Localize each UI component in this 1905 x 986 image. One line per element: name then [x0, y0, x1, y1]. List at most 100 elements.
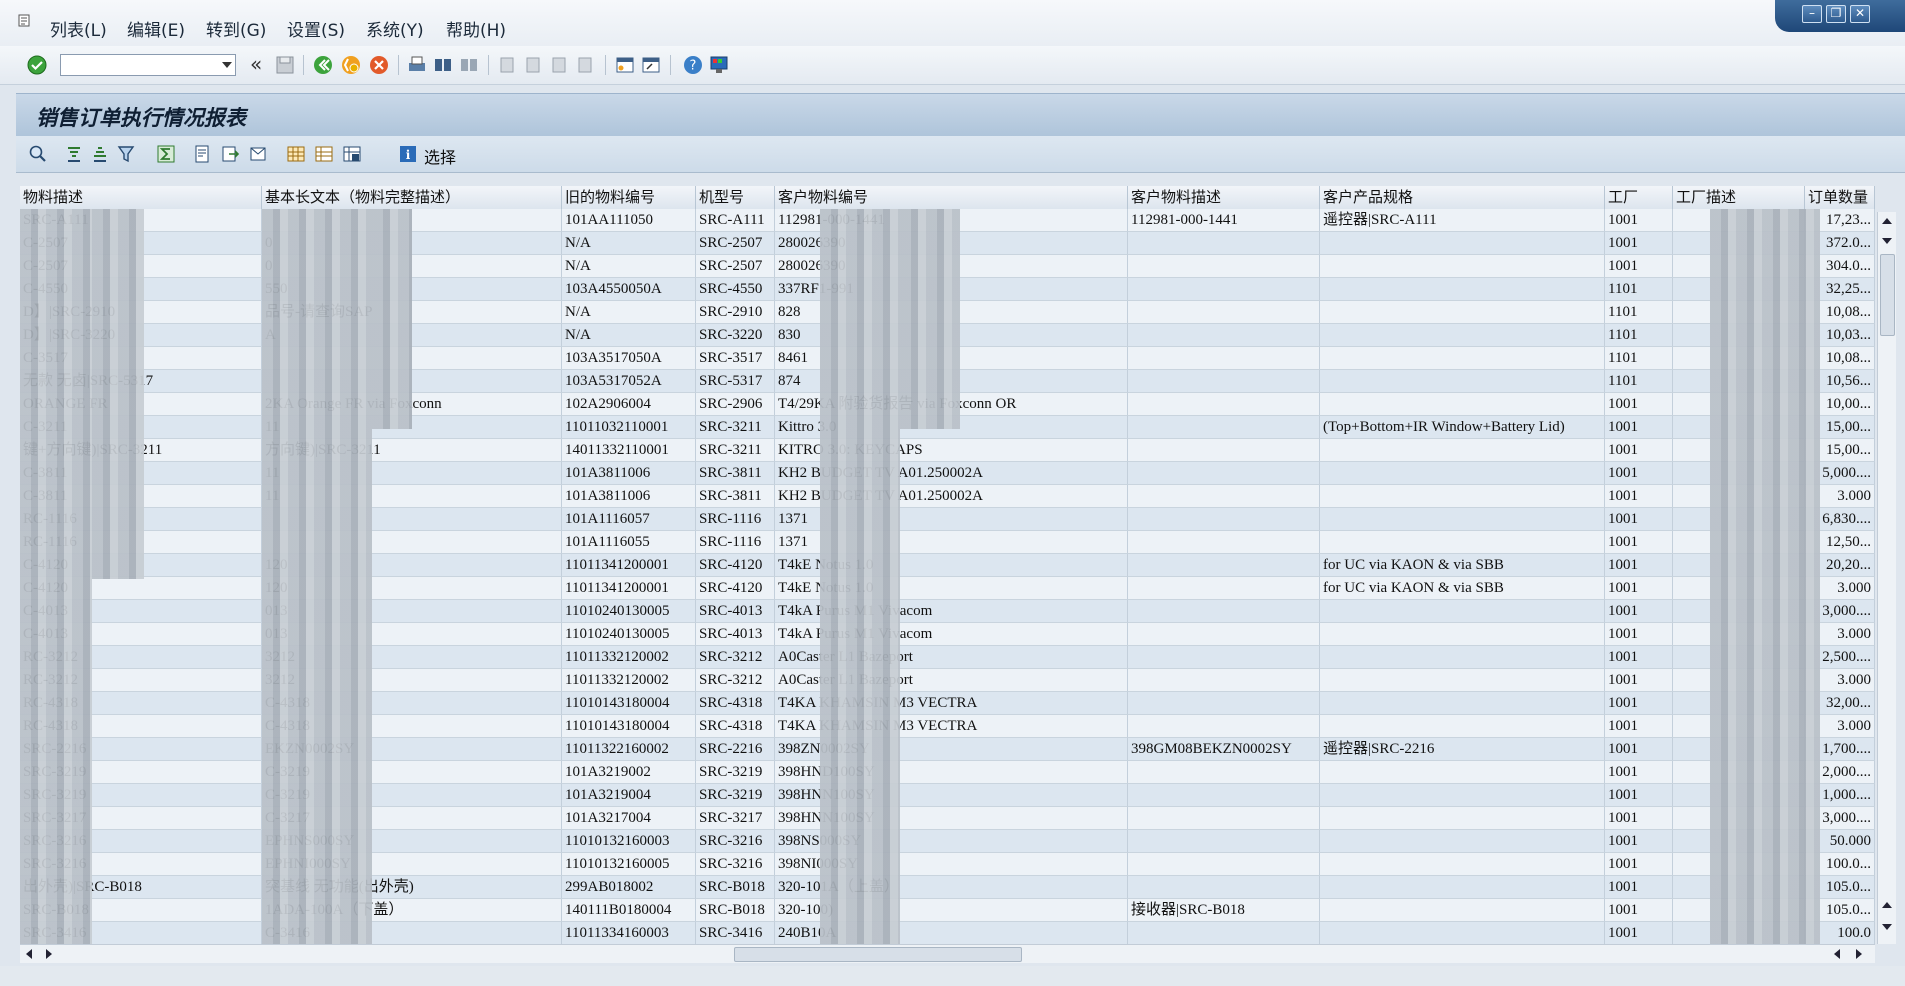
table-cell[interactable]: SRC-2507 — [696, 255, 775, 278]
table-cell[interactable] — [1128, 324, 1320, 347]
table-cell[interactable] — [1128, 623, 1320, 646]
menu-settings[interactable]: 设置(S) — [287, 16, 345, 41]
menu-list[interactable]: 列表(L) — [50, 16, 107, 41]
table-cell[interactable] — [1320, 347, 1605, 370]
table-cell[interactable] — [1320, 715, 1605, 738]
table-cell[interactable]: 101A1116055 — [562, 531, 696, 554]
table-cell[interactable] — [1128, 876, 1320, 899]
table-cell[interactable] — [1128, 347, 1320, 370]
table-cell[interactable]: SRC-3217 — [696, 807, 775, 830]
table-cell[interactable]: 接收器|SRC-B018 — [1128, 899, 1320, 922]
table-cell[interactable]: 1001 — [1605, 577, 1673, 600]
table-cell[interactable] — [1128, 692, 1320, 715]
table-cell[interactable]: SRC-4550 — [696, 278, 775, 301]
table-cell[interactable] — [1128, 531, 1320, 554]
customize-layout-icon[interactable] — [708, 54, 730, 76]
table-cell[interactable]: 1001 — [1605, 922, 1673, 944]
table-cell[interactable]: 11011322160002 — [562, 738, 696, 761]
last-page-icon[interactable] — [574, 54, 596, 76]
table-cell[interactable]: SRC-4013 — [696, 600, 775, 623]
next-page-icon[interactable] — [548, 54, 570, 76]
table-cell[interactable]: 1001 — [1605, 669, 1673, 692]
table-cell[interactable] — [1320, 899, 1605, 922]
select-button[interactable]: 选择 — [424, 144, 456, 168]
table-cell[interactable] — [1320, 485, 1605, 508]
scroll-page-right-icon[interactable] — [1856, 949, 1862, 959]
table-cell[interactable] — [1128, 370, 1320, 393]
table-cell[interactable]: SRC-1116 — [696, 531, 775, 554]
table-cell[interactable] — [1320, 692, 1605, 715]
scroll-page-left-icon[interactable] — [1834, 949, 1840, 959]
table-cell[interactable]: 1101 — [1605, 324, 1673, 347]
enter-check-icon[interactable] — [26, 54, 48, 76]
table-cell[interactable]: N/A — [562, 255, 696, 278]
table-cell[interactable] — [1128, 255, 1320, 278]
menu-system[interactable]: 系统(Y) — [366, 16, 424, 41]
table-cell[interactable] — [1320, 393, 1605, 416]
scroll-left-icon[interactable] — [26, 949, 32, 959]
scroll-right-icon[interactable] — [46, 949, 52, 959]
choose-layout-icon[interactable] — [314, 144, 334, 164]
table-cell[interactable]: 101A3811006 — [562, 485, 696, 508]
table-cell[interactable]: 101A3219004 — [562, 784, 696, 807]
new-session-icon[interactable] — [614, 54, 636, 76]
cancel-icon[interactable] — [368, 54, 390, 76]
table-cell[interactable]: SRC-3220 — [696, 324, 775, 347]
total-icon[interactable] — [156, 144, 176, 164]
table-cell[interactable] — [1320, 531, 1605, 554]
table-cell[interactable] — [1128, 278, 1320, 301]
table-cell[interactable] — [1128, 462, 1320, 485]
table-cell[interactable] — [1128, 922, 1320, 944]
vertical-scrollbar[interactable] — [1877, 212, 1896, 944]
table-cell[interactable]: 11010240130005 — [562, 600, 696, 623]
table-cell[interactable]: SRC-3219 — [696, 761, 775, 784]
table-cell[interactable]: 1001 — [1605, 876, 1673, 899]
table-cell[interactable] — [1128, 761, 1320, 784]
table-cell[interactable]: 11011332120002 — [562, 646, 696, 669]
column-header-9[interactable]: 订单数量 — [1805, 186, 1875, 209]
table-cell[interactable]: N/A — [562, 232, 696, 255]
table-cell[interactable]: 11010132160003 — [562, 830, 696, 853]
table-cell[interactable] — [1128, 485, 1320, 508]
table-cell[interactable] — [1128, 784, 1320, 807]
sort-ascending-icon[interactable] — [64, 144, 84, 164]
table-cell[interactable]: 1001 — [1605, 761, 1673, 784]
table-cell[interactable] — [1320, 255, 1605, 278]
previous-page-icon[interactable] — [522, 54, 544, 76]
table-cell[interactable]: SRC-3212 — [696, 646, 775, 669]
table-cell[interactable] — [1128, 577, 1320, 600]
table-cell[interactable]: 1001 — [1605, 393, 1673, 416]
table-cell[interactable] — [1320, 462, 1605, 485]
table-cell[interactable] — [1128, 646, 1320, 669]
table-cell[interactable]: 11011341200001 — [562, 577, 696, 600]
column-header-0[interactable]: 物料描述 — [20, 186, 262, 209]
table-cell[interactable]: 1001 — [1605, 508, 1673, 531]
table-cell[interactable]: 1101 — [1605, 347, 1673, 370]
table-cell[interactable]: 1001 — [1605, 715, 1673, 738]
detail-icon[interactable] — [28, 144, 48, 164]
table-cell[interactable]: 1001 — [1605, 692, 1673, 715]
table-cell[interactable]: 398GM08BEKZN0002SY — [1128, 738, 1320, 761]
table-cell[interactable]: 103A3517050A — [562, 347, 696, 370]
table-cell[interactable]: 11010143180004 — [562, 692, 696, 715]
table-cell[interactable] — [1320, 761, 1605, 784]
table-cell[interactable]: 1001 — [1605, 807, 1673, 830]
table-cell[interactable] — [1320, 232, 1605, 255]
back-icon[interactable] — [312, 54, 334, 76]
table-cell[interactable] — [1320, 278, 1605, 301]
table-cell[interactable] — [1128, 830, 1320, 853]
table-cell[interactable]: SRC-4120 — [696, 577, 775, 600]
column-header-2[interactable]: 旧的物料编号 — [562, 186, 696, 209]
table-cell[interactable] — [1320, 807, 1605, 830]
menu-goto[interactable]: 转到(G) — [206, 16, 266, 41]
chevron-down-icon[interactable] — [222, 62, 232, 68]
table-cell[interactable] — [1128, 439, 1320, 462]
save-layout-icon[interactable] — [342, 144, 362, 164]
table-cell[interactable]: SRC-3216 — [696, 830, 775, 853]
table-cell[interactable]: (Top+Bottom+IR Window+Battery Lid) — [1320, 416, 1605, 439]
table-cell[interactable]: 101A3217004 — [562, 807, 696, 830]
table-cell[interactable]: 1001 — [1605, 416, 1673, 439]
table-cell[interactable]: SRC-3216 — [696, 853, 775, 876]
table-cell[interactable] — [1128, 853, 1320, 876]
table-cell[interactable] — [1320, 324, 1605, 347]
